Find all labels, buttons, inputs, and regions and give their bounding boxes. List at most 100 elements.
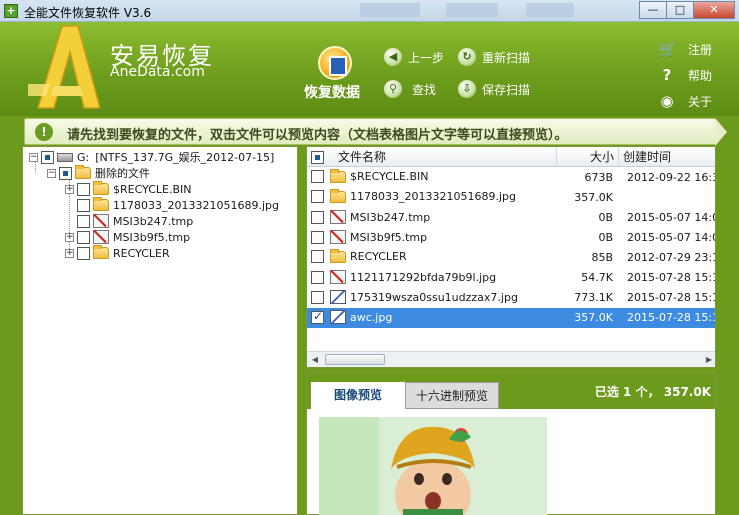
file-size: 773.1K	[574, 291, 613, 304]
scroll-thumb[interactable]	[325, 354, 385, 365]
expand-icon[interactable]: +	[65, 248, 74, 258]
file-list[interactable]: 文件名称 大小 创建时间 $RECYCLE.BIN 673B 2012-09-22 …	[306, 146, 716, 368]
tree-drive-node[interactable]: − G: [NTFS_137.7G_娱乐_2012-07-15]	[29, 149, 274, 165]
deleted-label: 删除的文件	[95, 167, 150, 180]
file-size: 357.0K	[574, 311, 613, 324]
preview-panel: 图像预览 十六进制预览 已选 1 个， 357.0K	[306, 372, 716, 515]
recover-data-icon[interactable]	[318, 46, 352, 80]
tip-text: 请先找到要恢复的文件，双击文件可以预览内容（文档表格图片文字等可以直接预览）。	[67, 128, 568, 143]
rescan-button[interactable]: ↻ 重新扫描	[458, 48, 530, 66]
file-name-cell: RECYCLER	[311, 248, 407, 263]
brand-name-en: AneData.com	[110, 64, 205, 80]
register-label: 注册	[688, 42, 713, 57]
tree-item-label: $RECYCLE.BIN	[113, 182, 192, 196]
tree-item[interactable]: + MSI3b9f5.tmp	[65, 229, 190, 245]
item-checkbox[interactable]	[77, 182, 90, 196]
tree-item-label: MSI3b9f5.tmp	[113, 230, 191, 244]
tree-item[interactable]: 1178033_2013321051689.jpg	[77, 197, 279, 213]
prev-step-button[interactable]: ◀ 上一步	[384, 48, 444, 66]
title-decoration	[446, 3, 498, 17]
column-name[interactable]: 文件名称	[307, 147, 557, 167]
table-row[interactable]: 1178033_2013321051689.jpg 357.0K	[307, 188, 715, 208]
column-name-label: 文件名称	[338, 150, 387, 164]
row-checkbox[interactable]	[311, 190, 324, 203]
row-checkbox[interactable]	[311, 170, 324, 183]
expand-icon[interactable]: +	[65, 184, 74, 194]
item-checkbox[interactable]	[77, 230, 90, 244]
preview-tabs: 图像预览 十六进制预览 已选 1 个， 357.0K	[307, 373, 715, 409]
damaged-file-icon	[93, 230, 109, 244]
about-button[interactable]: ◉ 关于	[658, 92, 712, 110]
table-row[interactable]: awc.jpg 357.0K 2015-07-28 15:13	[307, 308, 715, 328]
drive-checkbox[interactable]	[41, 150, 54, 164]
row-checkbox[interactable]	[311, 270, 324, 284]
scroll-right-icon[interactable]: ▶	[703, 354, 715, 365]
item-checkbox[interactable]	[77, 198, 90, 212]
file-name-cell: awc.jpg	[311, 309, 393, 324]
rescan-label: 重新扫描	[482, 50, 531, 65]
collapse-icon[interactable]: −	[47, 168, 56, 178]
horizontal-scrollbar[interactable]: ◀ ▶	[307, 351, 715, 367]
table-row[interactable]: 1121171292bfda79b9l.jpg 54.7K 2015-07-28 1…	[307, 268, 715, 288]
file-name-cell: $RECYCLE.BIN	[311, 168, 429, 183]
about-label: 关于	[688, 94, 713, 109]
table-row[interactable]: MSI3b9f5.tmp 0B 2015-05-07 14:04	[307, 228, 715, 248]
item-checkbox[interactable]	[77, 246, 90, 260]
item-checkbox[interactable]	[77, 214, 90, 228]
find-button[interactable]: ⚲ 查找	[384, 80, 436, 98]
drive-icon	[57, 152, 73, 162]
register-button[interactable]: 🛒 注册	[658, 40, 712, 58]
file-name: 175319wsza0ssu1udzzax7.jpg	[350, 290, 518, 304]
header: 安易恢复 AneData.com 恢复数据 ◀ 上一步 ↻ 重新扫描 ⚲ 查找 …	[0, 22, 739, 116]
help-button[interactable]: ? 帮助	[658, 66, 712, 84]
row-checkbox[interactable]	[311, 210, 324, 224]
file-date: 2015-07-28 15:12	[627, 291, 715, 304]
file-date: 2012-09-22 16:38	[627, 171, 715, 184]
row-checkbox[interactable]	[311, 250, 324, 263]
tree-item[interactable]: MSI3b247.tmp	[77, 213, 193, 229]
tree-item-label: MSI3b247.tmp	[113, 214, 194, 228]
preview-image	[319, 417, 547, 515]
tree-deleted-node[interactable]: − 删除的文件	[47, 165, 150, 181]
title-decoration	[360, 3, 420, 17]
scroll-left-icon[interactable]: ◀	[309, 354, 321, 365]
folder-tree[interactable]: − G: [NTFS_137.7G_娱乐_2012-07-15] − 删除的文件…	[22, 146, 298, 515]
table-row[interactable]: RECYCLER 85B 2012-07-29 23:15	[307, 248, 715, 268]
back-arrow-icon: ◀	[384, 48, 402, 66]
file-name-cell: MSI3b9f5.tmp	[311, 230, 427, 244]
save-scan-button[interactable]: ⇩ 保存扫描	[458, 80, 530, 98]
row-checkbox[interactable]	[311, 290, 324, 304]
row-checkbox[interactable]	[311, 230, 324, 244]
column-date[interactable]: 创建时间	[619, 147, 715, 167]
table-row[interactable]: MSI3b247.tmp 0B 2015-05-07 14:04	[307, 208, 715, 228]
tab-hex-preview[interactable]: 十六进制预览	[405, 382, 499, 409]
table-row[interactable]: $RECYCLE.BIN 673B 2012-09-22 16:38	[307, 168, 715, 188]
file-size: 673B	[584, 171, 613, 184]
file-name-cell: 175319wsza0ssu1udzzax7.jpg	[311, 290, 518, 304]
maximize-button[interactable]: □	[666, 1, 694, 19]
folder-icon	[93, 245, 109, 259]
about-icon: ◉	[660, 92, 674, 110]
tab-image-preview[interactable]: 图像预览	[311, 382, 405, 409]
select-all-checkbox[interactable]	[311, 150, 324, 164]
tree-item[interactable]: + RECYCLER	[65, 245, 170, 261]
row-checkbox[interactable]	[311, 309, 324, 324]
file-name-cell: MSI3b247.tmp	[311, 210, 430, 224]
tree-item[interactable]: + $RECYCLE.BIN	[65, 181, 191, 197]
close-button[interactable]: ✕	[693, 1, 735, 19]
expand-icon[interactable]: +	[65, 232, 74, 242]
logo-icon	[28, 25, 100, 109]
table-row[interactable]: 175319wsza0ssu1udzzax7.jpg 773.1K 2015-07-…	[307, 288, 715, 308]
collapse-icon[interactable]: −	[29, 152, 38, 162]
cart-icon: 🛒	[658, 40, 677, 58]
column-size[interactable]: 大小	[557, 147, 619, 167]
baby-photo	[319, 417, 547, 515]
file-name: awc.jpg	[350, 310, 393, 324]
image-file-icon	[330, 290, 346, 304]
recover-data-button[interactable]: 恢复数据	[304, 82, 360, 102]
file-name: $RECYCLE.BIN	[350, 170, 429, 183]
file-name: RECYCLER	[350, 250, 407, 263]
file-date: 2015-05-07 14:04	[627, 231, 715, 244]
minimize-button[interactable]: —	[639, 1, 667, 19]
deleted-checkbox[interactable]	[59, 166, 72, 180]
